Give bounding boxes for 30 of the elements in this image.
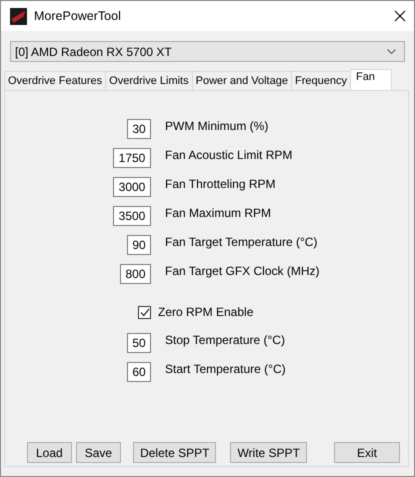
action-button[interactable]: Exit — [334, 442, 400, 463]
setting-label: Stop Temperature (°C) — [165, 333, 286, 347]
checkbox-label[interactable]: Zero RPM Enable — [158, 305, 408, 319]
value-field[interactable]: 30 — [127, 119, 151, 139]
setting-label: Fan Target GFX Clock (MHz) — [165, 264, 320, 278]
tab[interactable]: Overdrive Features — [4, 71, 106, 90]
value-field[interactable]: 800 — [120, 264, 151, 284]
app-icon — [10, 8, 27, 24]
value-field[interactable]: 90 — [127, 235, 151, 255]
tab[interactable]: Fan — [350, 69, 392, 90]
action-button[interactable]: Load — [27, 442, 72, 463]
setting-label: Start Temperature (°C) — [165, 362, 287, 376]
setting-label: Fan Acoustic Limit RPM — [165, 148, 294, 162]
action-button[interactable]: Write SPPT — [230, 442, 307, 463]
value-field[interactable]: 50 — [127, 333, 151, 353]
setting-label: Fan Maximum RPM — [165, 206, 272, 220]
device-dropdown[interactable]: [0] AMD Radeon RX 5700 XT — [10, 41, 405, 62]
value-field[interactable]: 1750 — [113, 148, 151, 168]
action-button[interactable]: Save — [76, 442, 122, 463]
setting-label: Fan Throtteling RPM — [165, 177, 276, 191]
window-title: MorePowerTool — [34, 9, 122, 23]
checkbox[interactable] — [138, 306, 151, 318]
caret-icon — [387, 49, 396, 54]
value-field[interactable]: 3500 — [113, 206, 151, 226]
value-field[interactable]: 3000 — [113, 177, 151, 197]
close-icon[interactable] — [394, 10, 406, 22]
setting-label: PWM Minimum (%) — [165, 119, 270, 133]
setting-label: Fan Target Temperature (°C) — [165, 235, 318, 249]
action-button[interactable]: Delete SPPT — [133, 442, 216, 463]
value-field[interactable]: 60 — [127, 362, 151, 382]
